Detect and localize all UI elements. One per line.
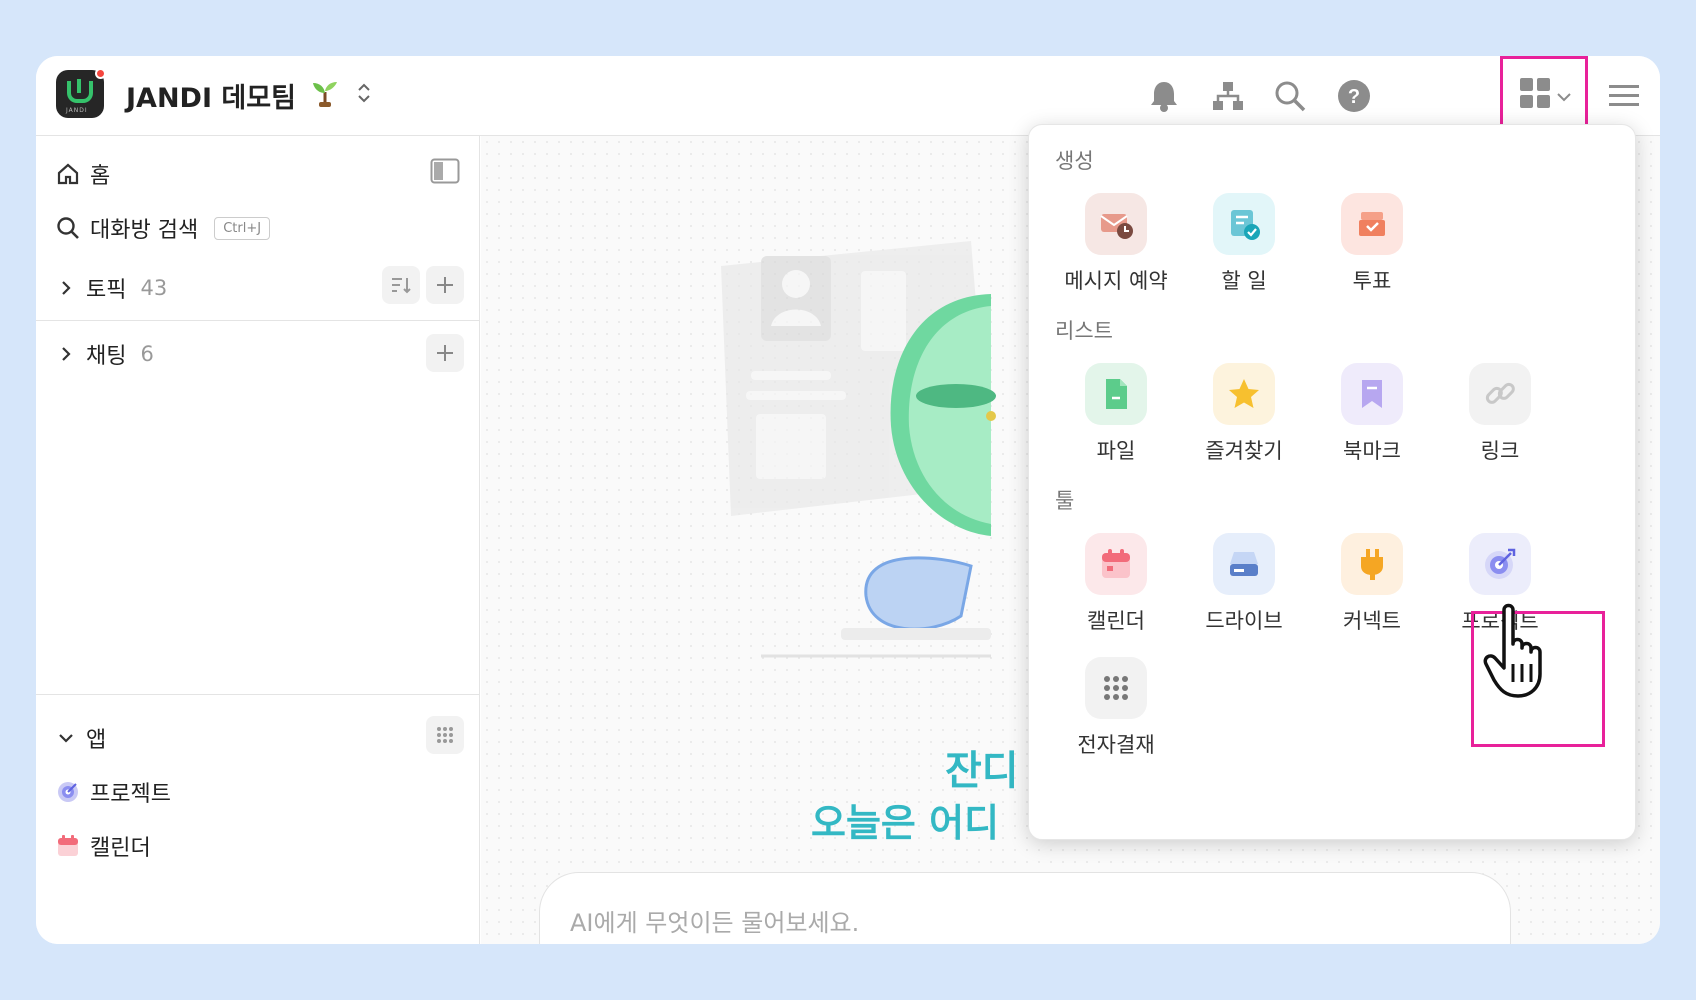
app-file-label: 파일: [1096, 439, 1136, 463]
left-sidebar: 홈 대화방 검색 Ctrl+J 토픽 43 채팅 6 앱 프로젝트 캘린더: [36, 136, 480, 944]
app-calendar-label: 캘린더: [1087, 609, 1145, 633]
app-e-approval-label: 전자결재: [1077, 733, 1155, 757]
sidebar-search[interactable]: 대화방 검색 Ctrl+J: [56, 212, 271, 244]
app-connect-label: 커넥트: [1343, 609, 1401, 633]
sidebar-apps-header[interactable]: 앱: [56, 722, 106, 754]
drive-icon: [1213, 533, 1275, 595]
app-drive-label: 드라이브: [1205, 609, 1283, 633]
project-target-icon: [1469, 533, 1531, 595]
logo-text: JANDI: [66, 107, 88, 114]
chevron-down-icon: [1557, 87, 1571, 106]
sidebar-chats[interactable]: 채팅 6: [56, 338, 154, 370]
app-link[interactable]: 링크: [1425, 363, 1575, 465]
chevron-right-icon: [62, 347, 71, 361]
apps-grid-icon: [1519, 77, 1551, 113]
todo-icon: [1213, 193, 1275, 255]
search-icon: [57, 217, 79, 239]
file-icon: [1085, 363, 1147, 425]
search-label: 대화방 검색: [90, 218, 199, 243]
section-title-tools: 툴: [1055, 489, 1075, 513]
home-label: 홈: [90, 164, 111, 189]
app-window: JANDI JANDI 데모팀 ? 홈 대화방 검색 Ctrl+J 토픽 43 …: [36, 56, 1660, 944]
svg-text:?: ?: [1348, 86, 1360, 108]
section-title-list: 리스트: [1055, 319, 1113, 343]
chats-count: 6: [140, 342, 154, 366]
sidebar-divider: [36, 694, 480, 695]
sidebar-app-calendar[interactable]: 캘린더: [56, 830, 151, 862]
greeting-line2: 오늘은 어디: [811, 801, 1000, 845]
org-chart-icon[interactable]: [1206, 74, 1250, 118]
hand-cursor-icon: [1483, 603, 1542, 698]
ai-prompt-input[interactable]: AI에게 무엇이든 물어보세요.: [539, 872, 1511, 944]
app-scheduled-message-label: 메시지 예약: [1064, 269, 1168, 293]
chevron-down-icon: [59, 734, 73, 743]
plus-icon: [437, 345, 453, 361]
notification-dot: [95, 68, 106, 79]
chevron-right-icon: [62, 281, 71, 295]
section-title-create: 생성: [1055, 149, 1094, 173]
calendar-icon: [1085, 533, 1147, 595]
app-vote-label: 투표: [1352, 269, 1392, 293]
dots-grid-icon: [1085, 657, 1147, 719]
sidebar-home[interactable]: 홈: [56, 158, 110, 190]
hamburger-menu-icon[interactable]: [1602, 74, 1646, 118]
star-icon: [1213, 363, 1275, 425]
search-icon[interactable]: [1268, 74, 1312, 118]
apps-dropdown-panel: 생성 메시지 예약 할 일 투표 리스트 파일 즐겨찾기 북마크 링크 툴 캘린…: [1028, 124, 1636, 840]
app-todo-label: 할 일: [1221, 269, 1267, 293]
app-favorites-label: 즐겨찾기: [1205, 439, 1283, 463]
app-link-label: 링크: [1480, 439, 1520, 463]
search-shortcut: Ctrl+J: [214, 216, 271, 240]
topics-count: 43: [140, 276, 168, 300]
chats-label: 채팅: [86, 344, 127, 369]
vote-icon: [1341, 193, 1403, 255]
plus-icon: [437, 277, 453, 293]
team-name[interactable]: JANDI 데모팀: [126, 76, 296, 115]
app-bookmark-label: 북마크: [1343, 439, 1401, 463]
ai-prompt-placeholder: AI에게 무엇이든 물어보세요.: [570, 909, 860, 937]
bell-icon[interactable]: [1142, 74, 1186, 118]
home-icon: [57, 163, 79, 185]
sort-icon[interactable]: [382, 266, 420, 304]
calendar-icon: [58, 835, 78, 856]
bookmark-icon: [1341, 363, 1403, 425]
topics-label: 토픽: [86, 278, 127, 303]
add-topic-button[interactable]: [426, 266, 464, 304]
help-icon[interactable]: ?: [1332, 74, 1376, 118]
team-switch-chevron-icon[interactable]: [354, 78, 374, 108]
app-project-label: 프로젝트: [90, 782, 171, 807]
link-icon: [1469, 363, 1531, 425]
add-chat-button[interactable]: [426, 334, 464, 372]
scheduled-message-icon: [1085, 193, 1147, 255]
app-e-approval[interactable]: 전자결재: [1041, 657, 1191, 759]
sidebar-topics[interactable]: 토픽 43: [56, 272, 167, 304]
sprout-icon: [310, 78, 340, 115]
sidebar-divider: [36, 320, 480, 321]
app-calendar-label: 캘린더: [90, 836, 151, 861]
apps-dots-icon[interactable]: [426, 716, 464, 754]
greeting-line1: 잔디: [945, 748, 1019, 794]
app-vote[interactable]: 투표: [1297, 193, 1447, 295]
connect-plug-icon: [1341, 533, 1403, 595]
apps-grid-button[interactable]: [1500, 56, 1588, 128]
sidebar-app-project[interactable]: 프로젝트: [56, 776, 171, 808]
jandi-logo[interactable]: JANDI: [56, 68, 106, 118]
apps-label: 앱: [86, 728, 107, 753]
sidebar-toggle-icon[interactable]: [426, 152, 464, 190]
project-target-icon: [58, 782, 78, 802]
